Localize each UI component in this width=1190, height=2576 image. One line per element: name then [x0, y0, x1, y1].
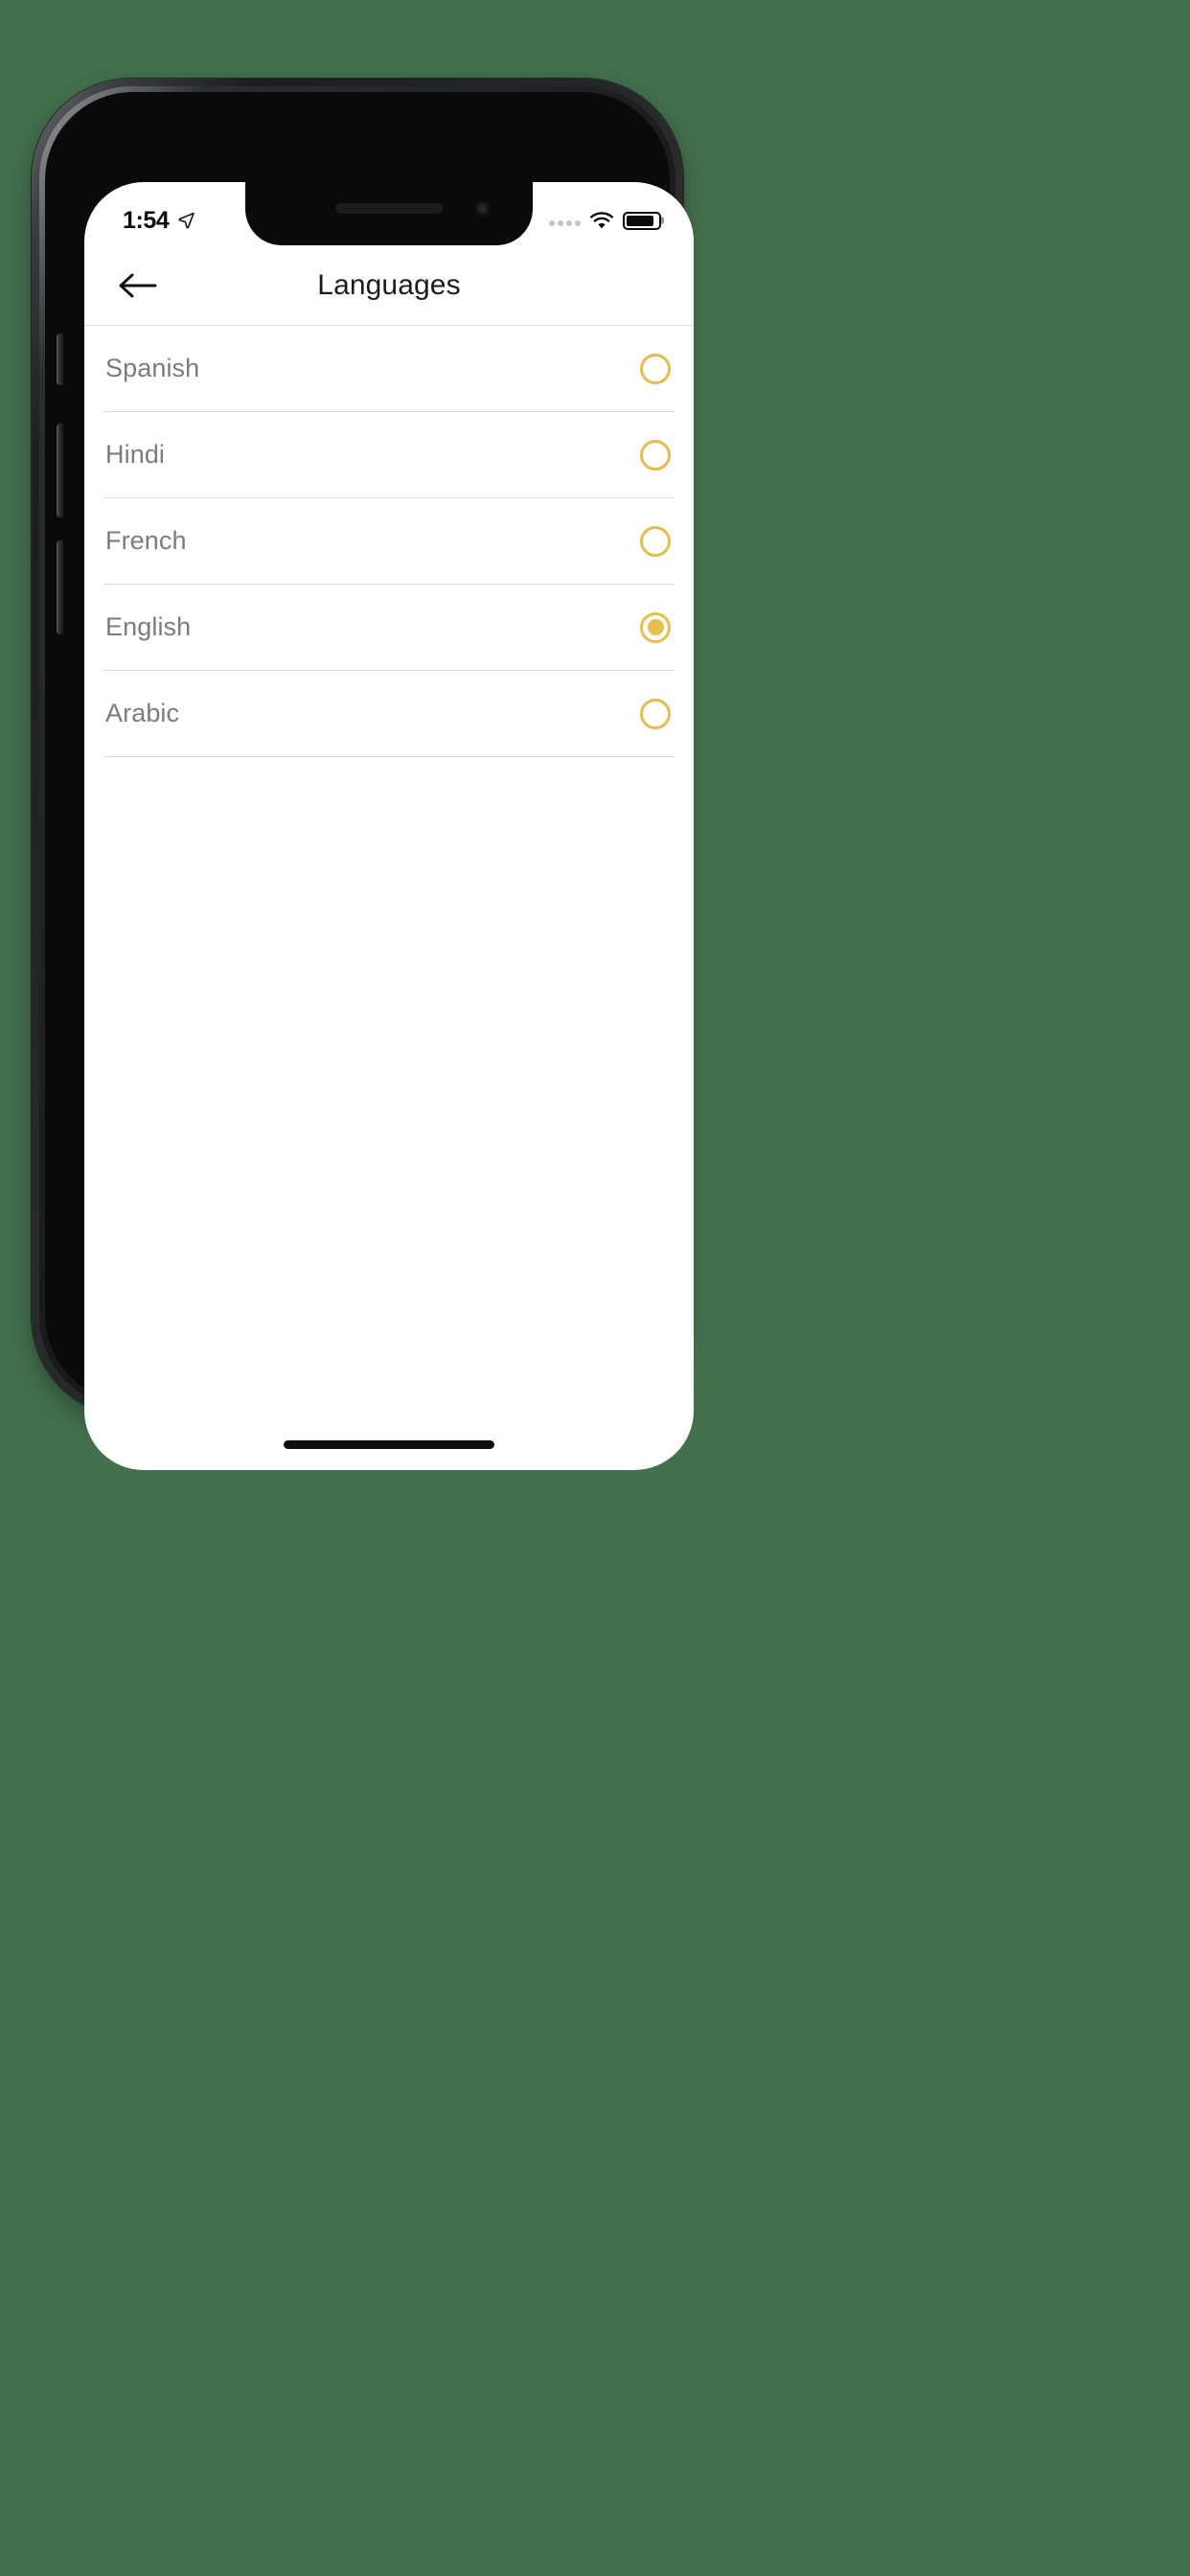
list-item[interactable]: English: [103, 585, 675, 671]
cellular-dots-icon: [549, 216, 581, 226]
list-item-label: Arabic: [105, 699, 180, 727]
mute-switch-button[interactable]: [57, 334, 63, 385]
home-indicator[interactable]: [284, 1440, 494, 1449]
device-notch: [245, 182, 533, 245]
status-bar-clock: 1:54: [123, 206, 170, 234]
wifi-icon: [590, 211, 613, 228]
earpiece-speaker: [335, 203, 443, 214]
list-item[interactable]: Arabic: [103, 671, 675, 757]
list-item-label: Hindi: [105, 440, 166, 469]
list-item-label: Spanish: [105, 354, 200, 382]
battery-icon: [623, 211, 661, 230]
screenshot-canvas: 1:54 Languages Spanish Hindi French Engl…: [0, 0, 1190, 2576]
language-list: Spanish Hindi French English Arabic: [84, 326, 694, 757]
page-title: Languages: [317, 268, 461, 301]
list-item[interactable]: Hindi: [103, 412, 675, 498]
arrow-left-icon: [119, 273, 157, 297]
status-bar-right: [549, 211, 661, 230]
navigation-bar: Languages: [84, 245, 694, 326]
list-item[interactable]: Spanish: [103, 326, 675, 412]
phone-screen: 1:54 Languages Spanish Hindi French Engl…: [84, 182, 694, 1470]
back-button[interactable]: [103, 251, 172, 320]
volume-up-button[interactable]: [57, 424, 63, 518]
radio-button-selected[interactable]: [640, 611, 671, 643]
list-item-label: English: [105, 612, 192, 641]
radio-button[interactable]: [640, 439, 671, 471]
list-item[interactable]: French: [103, 498, 675, 585]
status-bar-left: 1:54: [123, 207, 195, 235]
radio-button[interactable]: [640, 698, 671, 729]
phone-device-frame: 1:54 Languages Spanish Hindi French Engl…: [32, 79, 694, 1470]
volume-down-button[interactable]: [57, 540, 63, 634]
battery-level-fill: [627, 215, 654, 226]
radio-button[interactable]: [640, 353, 671, 384]
front-camera-icon: [474, 200, 491, 217]
location-arrow-icon: [178, 212, 195, 229]
radio-button[interactable]: [640, 525, 671, 557]
list-item-label: French: [105, 526, 187, 555]
